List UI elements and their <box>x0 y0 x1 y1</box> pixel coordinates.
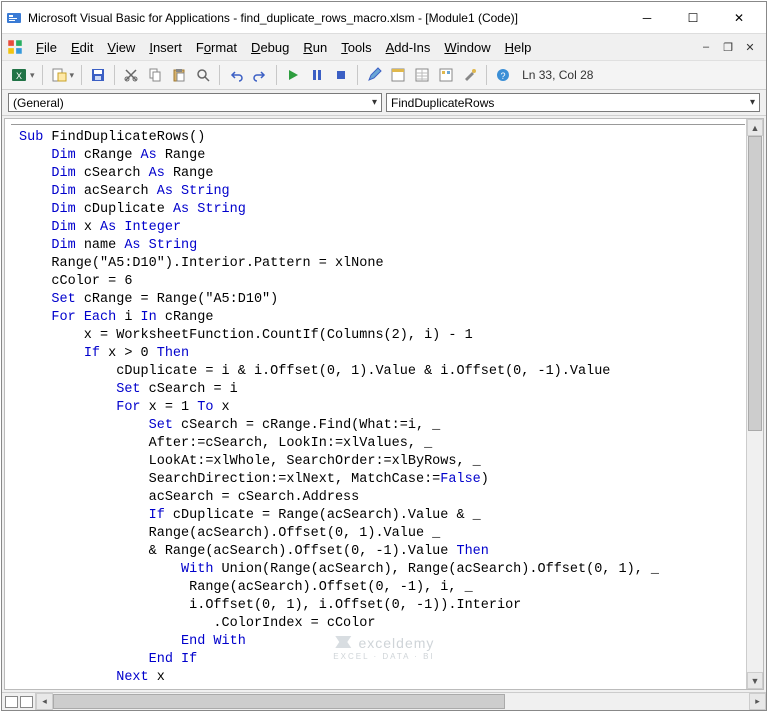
window-title: Microsoft Visual Basic for Applications … <box>28 11 624 25</box>
code-content[interactable]: Sub FindDuplicateRows() Dim cRange As Ra… <box>5 119 746 689</box>
dropdown-arrow-icon[interactable]: ▾ <box>30 70 35 81</box>
code-dropdowns: (General) ▾ FindDuplicateRows ▾ <box>2 90 766 116</box>
scroll-right-button[interactable]: ▸ <box>749 693 766 710</box>
scroll-thumb-h[interactable] <box>53 694 505 709</box>
svg-text:?: ? <box>501 71 506 81</box>
menu-format[interactable]: Format <box>190 38 243 57</box>
vba-window: Microsoft Visual Basic for Applications … <box>1 1 767 711</box>
toolbar: X ▾ ▾ ? Ln 33, Col 28 <box>2 60 766 90</box>
save-button[interactable] <box>87 64 109 86</box>
object-dropdown[interactable]: (General) ▾ <box>8 93 382 112</box>
break-button[interactable] <box>306 64 328 86</box>
redo-button[interactable] <box>249 64 271 86</box>
toolbox-button[interactable] <box>459 64 481 86</box>
insert-module-button[interactable] <box>48 64 70 86</box>
procedure-dropdown-value: FindDuplicateRows <box>391 96 750 110</box>
mdi-close-button[interactable]: ✕ <box>742 40 758 54</box>
cursor-position: Ln 33, Col 28 <box>522 68 593 82</box>
menu-view[interactable]: View <box>101 38 141 57</box>
titlebar: Microsoft Visual Basic for Applications … <box>2 2 766 34</box>
dropdown-arrow-icon[interactable]: ▾ <box>70 70 75 81</box>
scroll-left-button[interactable]: ◂ <box>36 693 53 710</box>
menu-insert[interactable]: Insert <box>143 38 188 57</box>
design-mode-button[interactable] <box>363 64 385 86</box>
menu-window[interactable]: Window <box>438 38 496 57</box>
editor-footer: ◂ ▸ <box>2 692 766 710</box>
full-module-view-button[interactable] <box>20 696 33 708</box>
menu-debug[interactable]: Debug <box>245 38 295 57</box>
maximize-button[interactable]: ☐ <box>670 3 716 33</box>
procedure-view-button[interactable] <box>5 696 18 708</box>
scroll-up-button[interactable]: ▲ <box>747 119 763 136</box>
scroll-track-h[interactable] <box>53 693 749 710</box>
menu-file[interactable]: File <box>30 38 63 57</box>
app-icon <box>6 10 22 26</box>
procedure-separator <box>11 124 745 125</box>
menu-edit[interactable]: Edit <box>65 38 99 57</box>
vertical-scrollbar[interactable]: ▲ ▼ <box>746 119 763 689</box>
undo-button[interactable] <box>225 64 247 86</box>
paste-button[interactable] <box>168 64 190 86</box>
cut-button[interactable] <box>120 64 142 86</box>
view-excel-button[interactable]: X <box>8 64 30 86</box>
run-button[interactable] <box>282 64 304 86</box>
copy-button[interactable] <box>144 64 166 86</box>
object-browser-button[interactable] <box>435 64 457 86</box>
scroll-down-button[interactable]: ▼ <box>747 672 763 689</box>
scroll-track[interactable] <box>747 136 763 672</box>
window-controls: ─ ☐ ✕ <box>624 3 762 33</box>
close-button[interactable]: ✕ <box>716 3 762 33</box>
view-mode-buttons <box>2 693 36 710</box>
chevron-down-icon: ▾ <box>372 97 377 108</box>
scroll-thumb[interactable] <box>748 136 762 431</box>
code-editor[interactable]: Sub FindDuplicateRows() Dim cRange As Ra… <box>4 118 764 690</box>
svg-text:X: X <box>16 71 22 81</box>
project-explorer-button[interactable] <box>387 64 409 86</box>
reset-button[interactable] <box>330 64 352 86</box>
menu-addins[interactable]: Add-Ins <box>380 38 437 57</box>
help-button[interactable]: ? <box>492 64 514 86</box>
vba-logo-icon <box>6 38 24 56</box>
menu-help[interactable]: Help <box>499 38 538 57</box>
procedure-dropdown[interactable]: FindDuplicateRows ▾ <box>386 93 760 112</box>
object-dropdown-value: (General) <box>13 96 372 110</box>
menu-run[interactable]: Run <box>297 38 333 57</box>
mdi-restore-button[interactable]: ❐ <box>720 40 736 54</box>
properties-button[interactable] <box>411 64 433 86</box>
menu-tools[interactable]: Tools <box>335 38 377 57</box>
mdi-controls: – ❐ ✕ <box>698 40 758 54</box>
mdi-minimize-button[interactable]: – <box>698 40 714 54</box>
find-button[interactable] <box>192 64 214 86</box>
menubar: File Edit View Insert Format Debug Run T… <box>2 34 766 60</box>
chevron-down-icon: ▾ <box>750 97 755 108</box>
minimize-button[interactable]: ─ <box>624 3 670 33</box>
horizontal-scrollbar[interactable]: ◂ ▸ <box>36 693 766 710</box>
